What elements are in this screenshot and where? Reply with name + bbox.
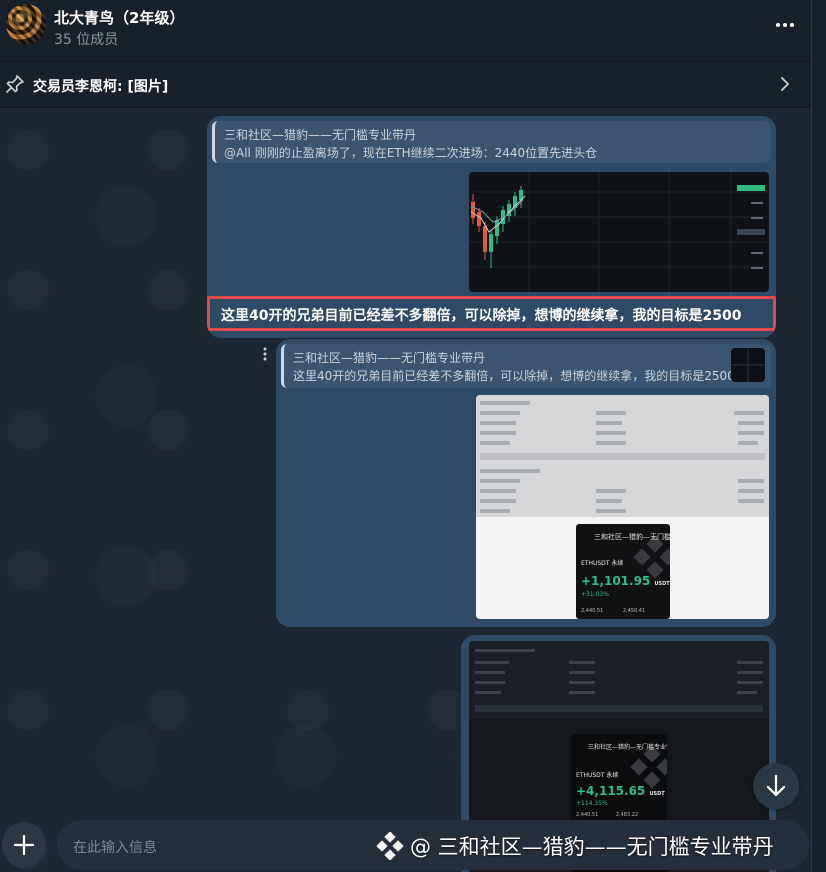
pnl-card-region: 三和社区—猎豹—无门槛专业带丹 ETHUSDT 永续 +1,101.95 USD… [476,517,769,619]
reply-snippet: 这里40开的兄弟目前已经差不多翻倍，可以除掉，想博的继续拿，我的目标是2500 [293,369,735,383]
card-pair: ETHUSDT 永续 [576,772,619,779]
more-vertical-icon[interactable] [260,346,270,362]
member-count: 35 位成员 [54,32,119,48]
card-pnl: +4,115.65 USDT [576,784,665,798]
position-screenshot-image[interactable]: 三和社区—猎豹—无门槛专业带丹 ETHUSDT 永续 +1,101.95 USD… [476,395,769,619]
position-list-region [476,395,769,517]
highlighted-message-text: 这里40开的兄弟目前已经差不多翻倍，可以除掉，想博的继续拿，我的目标是2500 [207,296,776,331]
pnl-share-card: 三和社区—猎豹—无门槛专业带丹 ETHUSDT 永续 +1,101.95 USD… [576,524,670,619]
telegram-window: 北大青鸟（2年级） 35 位成员 交易员李恩柯: [图片] 三和社区—猎豹——无… [0,0,826,872]
message-bubble[interactable]: 三和社区—猎豹——无门槛专业带丹 @All 刚刚的止盈离场了，现在ETH继续二次… [207,116,776,338]
pinned-message-text: 交易员李恩柯: [图片] [33,79,169,95]
watermark-text: @ 三和社区—猎豹——无门槛专业带丹 [410,835,774,859]
card-roi: +31.03% [581,591,609,598]
candlestick-chart-image[interactable] [469,172,769,292]
group-avatar[interactable] [6,4,46,44]
card-roi: +114.35% [576,800,608,807]
card-pair: ETHUSDT 永续 [581,560,624,567]
message-list[interactable]: 三和社区—猎豹——无门槛专业带丹 @All 刚刚的止盈离场了，现在ETH继续二次… [0,108,811,872]
reply-quote[interactable]: 三和社区—猎豹——无门槛专业带丹 这里40开的兄弟目前已经差不多翻倍，可以除掉，… [281,344,771,388]
position-list-region [469,641,769,719]
reply-quote[interactable]: 三和社区—猎豹——无门槛专业带丹 @All 刚刚的止盈离场了，现在ETH继续二次… [212,121,771,163]
card-title: 三和社区—猎豹—无门槛专业带丹 [588,744,667,751]
message-input-placeholder: 在此输入信息 [73,840,157,856]
more-horizontal-icon[interactable] [774,14,796,36]
chevron-right-icon[interactable] [777,74,793,94]
arrow-down-icon [766,774,786,797]
watermark: @ 三和社区—猎豹——无门槛专业带丹 [376,829,774,863]
diamond-logo-icon [376,832,404,860]
message-text: 这里40开的兄弟目前已经差不多翻倍，可以除掉，想博的继续拿，我的目标是2500 [221,308,742,324]
pinned-message-bar[interactable]: 交易员李恩柯: [图片] [0,62,811,108]
reply-sender: 三和社区—猎豹——无门槛专业带丹 [293,351,486,365]
card-prices: 2,440.51 2,483.22 [576,812,639,818]
card-title: 三和社区—猎豹—无门槛专业带丹 [594,533,670,541]
reply-thumbnail [731,348,765,382]
attach-button[interactable] [2,822,46,868]
window-divider [811,0,812,872]
plus-icon [13,834,35,856]
chat-header[interactable]: 北大青鸟（2年级） 35 位成员 [0,0,811,62]
card-prices: 2,440.51 2,450.41 [581,608,646,614]
pin-icon [5,74,25,94]
card-pnl: +1,101.95 USDT [581,574,670,588]
reply-snippet: @All 刚刚的止盈离场了，现在ETH继续二次进场：2440位置先进头仓 [224,146,598,160]
reply-sender: 三和社区—猎豹——无门槛专业带丹 [224,128,417,142]
scroll-to-bottom-button[interactable] [753,763,799,809]
message-bubble[interactable]: 三和社区—猎豹——无门槛专业带丹 这里40开的兄弟目前已经差不多翻倍，可以除掉，… [276,339,776,627]
chat-title: 北大青鸟（2年级） [54,9,185,27]
